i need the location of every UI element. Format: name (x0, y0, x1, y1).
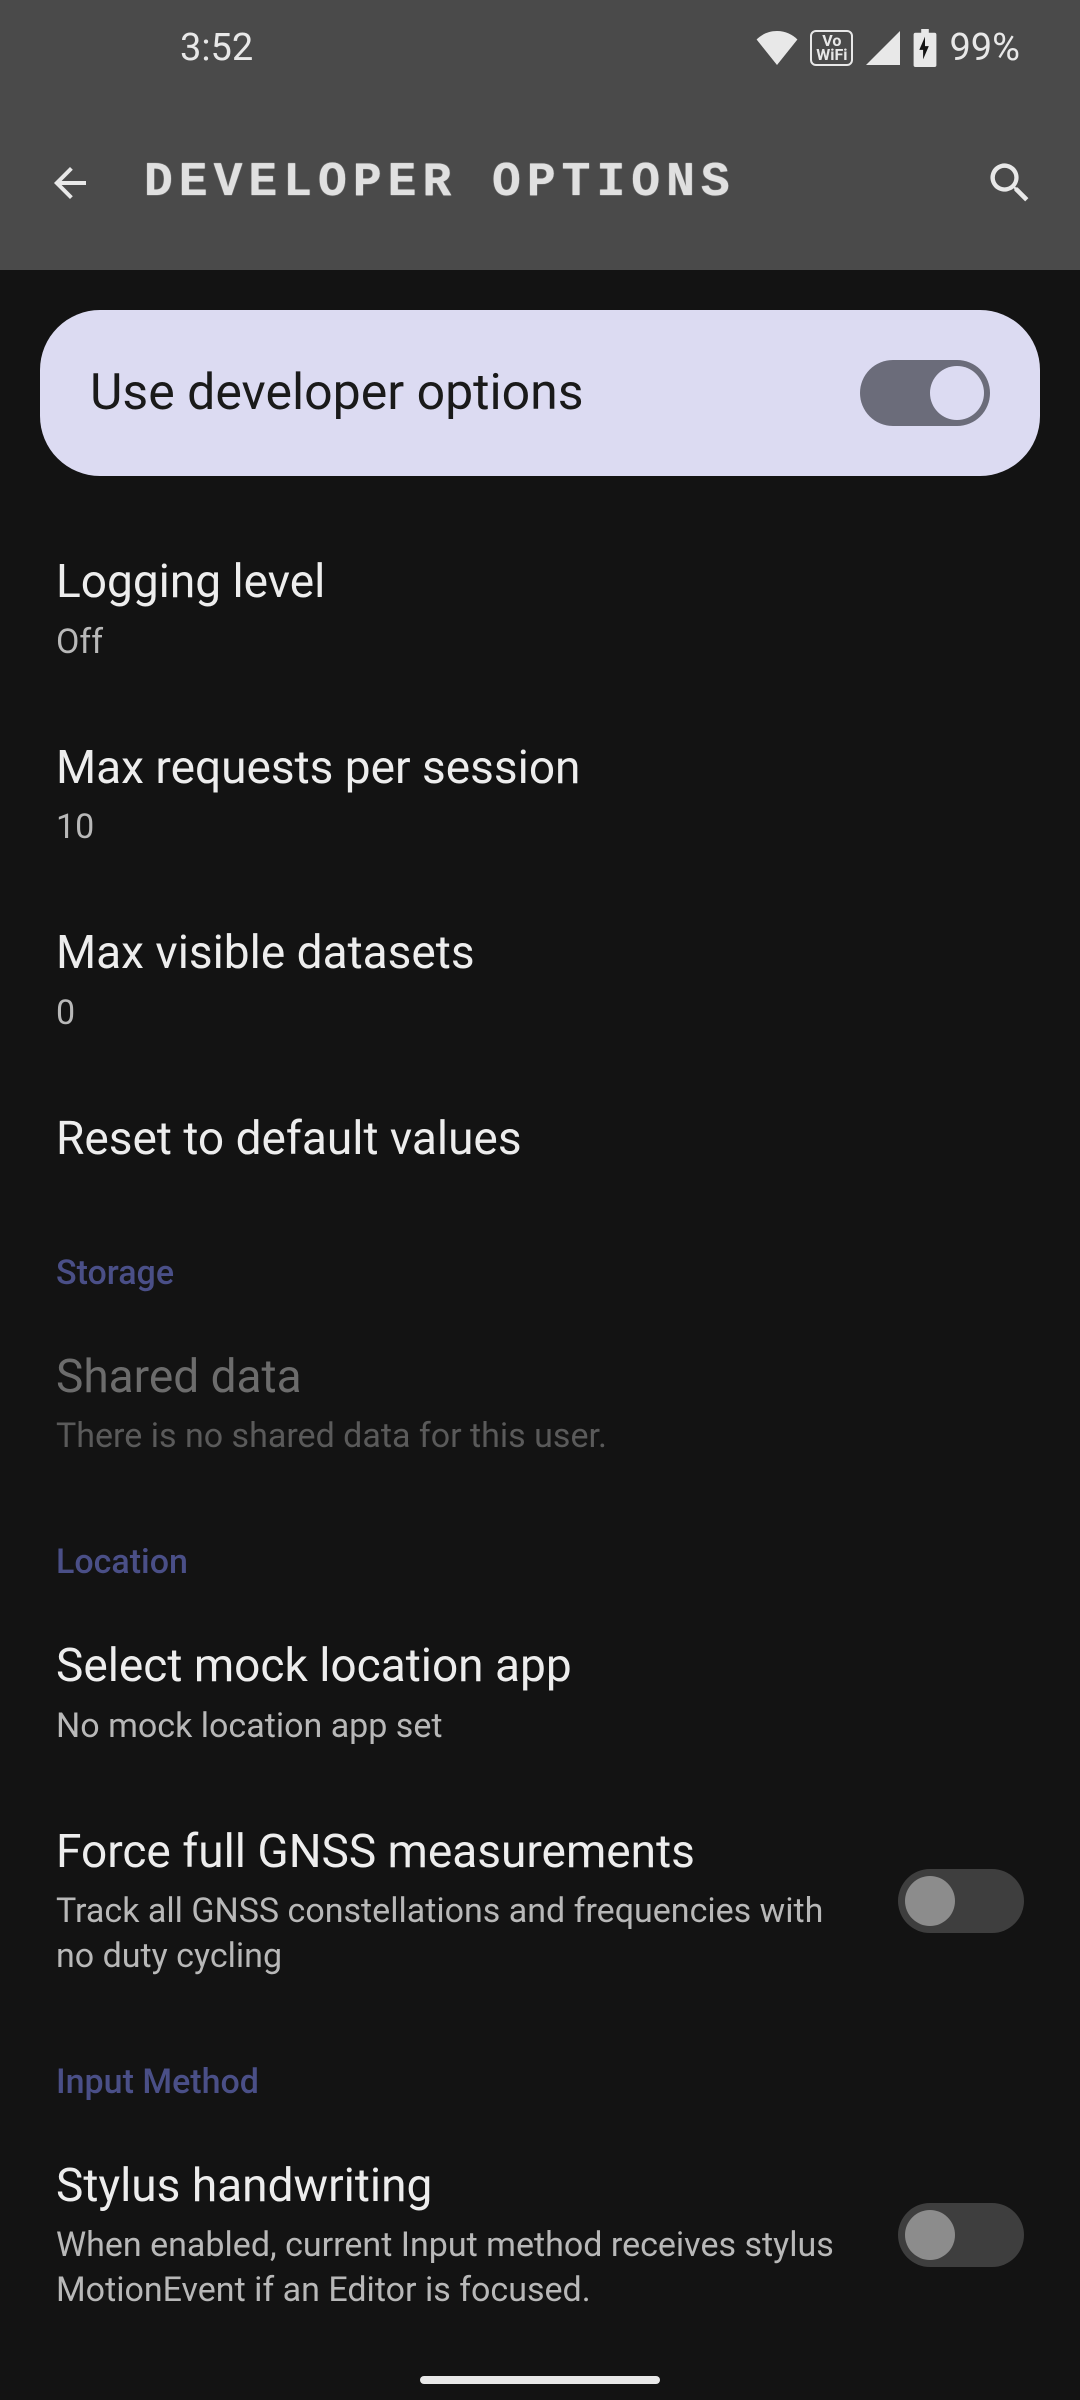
force-gnss-toggle[interactable] (898, 1869, 1024, 1933)
vowifi-icon: VoWiFi (810, 30, 853, 66)
use-developer-options-label: Use developer options (90, 364, 584, 422)
setting-title: Select mock location app (56, 1638, 1024, 1696)
setting-title: Max visible datasets (56, 925, 1024, 983)
stylus-handwriting-toggle[interactable] (898, 2203, 1024, 2267)
battery-icon (913, 29, 937, 67)
arrow-back-icon (46, 159, 94, 207)
max-datasets-row[interactable]: Max visible datasets 0 (40, 887, 1040, 1073)
status-time: 3:52 (180, 26, 253, 70)
search-icon (984, 157, 1036, 209)
status-bar: 3:52 VoWiFi 99% (0, 0, 1080, 95)
logging-level-row[interactable]: Logging level Off (40, 516, 1040, 702)
setting-sub: No mock location app set (56, 1704, 1024, 1748)
signal-icon (865, 31, 901, 65)
setting-sub: When enabled, current Input method recei… (56, 2223, 868, 2311)
battery-percent: 99% (949, 26, 1020, 70)
setting-sub: 10 (56, 805, 1024, 849)
mock-location-row[interactable]: Select mock location app No mock locatio… (40, 1600, 1040, 1786)
section-storage: Storage (40, 1207, 1040, 1311)
setting-sub: Off (56, 620, 1024, 664)
wifi-icon (756, 31, 798, 65)
setting-title: Force full GNSS measurements (56, 1824, 868, 1882)
use-developer-options-toggle[interactable] (860, 360, 990, 426)
setting-sub: There is no shared data for this user. (56, 1414, 1024, 1458)
search-button[interactable] (980, 153, 1040, 213)
force-gnss-row[interactable]: Force full GNSS measurements Track all G… (40, 1786, 1040, 2016)
content: Use developer options Logging level Off … (0, 270, 1080, 2350)
setting-sub: 0 (56, 991, 1024, 1035)
reset-defaults-row[interactable]: Reset to default values (40, 1073, 1040, 1207)
setting-title: Stylus handwriting (56, 2158, 868, 2216)
max-requests-row[interactable]: Max requests per session 10 (40, 702, 1040, 888)
setting-title: Logging level (56, 554, 1024, 612)
use-developer-options-row[interactable]: Use developer options (40, 310, 1040, 476)
stylus-handwriting-row[interactable]: Stylus handwriting When enabled, current… (40, 2120, 1040, 2350)
setting-title: Reset to default values (56, 1111, 1024, 1169)
setting-title: Shared data (56, 1349, 1024, 1407)
page-title: DEVELOPER OPTIONS (144, 156, 980, 210)
shared-data-row: Shared data There is no shared data for … (40, 1311, 1040, 1497)
setting-sub: Track all GNSS constellations and freque… (56, 1889, 868, 1977)
nav-handle[interactable] (420, 2376, 660, 2384)
setting-title: Max requests per session (56, 740, 1024, 798)
section-input-method: Input Method (40, 2016, 1040, 2120)
status-right: VoWiFi 99% (756, 26, 1020, 70)
back-button[interactable] (40, 153, 100, 213)
section-location: Location (40, 1496, 1040, 1600)
app-bar: DEVELOPER OPTIONS (0, 95, 1080, 270)
